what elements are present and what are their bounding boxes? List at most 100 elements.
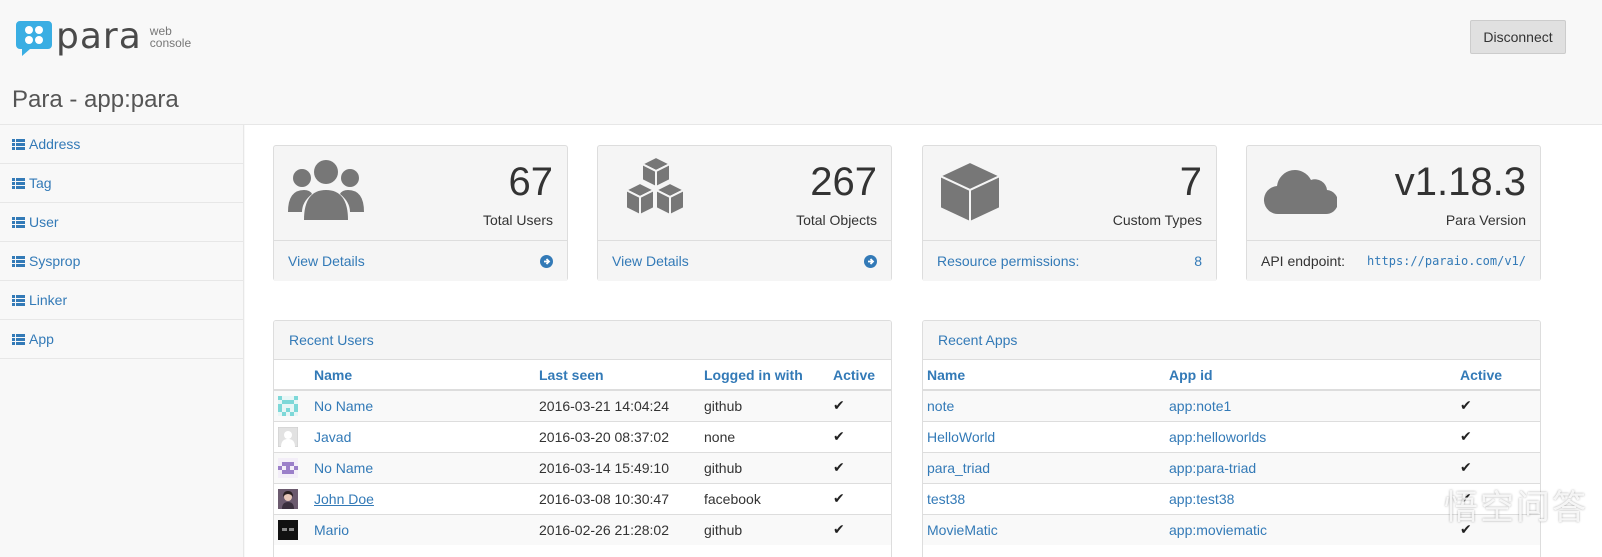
app-name-link[interactable]: para_triad xyxy=(923,451,1165,483)
total-users-value: 67 xyxy=(508,160,554,204)
stat-card-users: 67 Total Users View Details xyxy=(273,145,568,281)
card-body: 67 Total Users xyxy=(274,146,567,241)
last-seen-cell: 2016-03-14 15:49:10 xyxy=(535,451,700,483)
sidebar-item-label: App xyxy=(29,331,54,347)
app-name-link[interactable]: test38 xyxy=(923,482,1165,514)
sidebar-item-tag[interactable]: Tag xyxy=(0,164,243,203)
provider-cell: facebook xyxy=(700,482,829,514)
user-name-link[interactable]: John Doe xyxy=(310,482,535,514)
user-name-link[interactable]: Mario xyxy=(310,513,535,545)
user-name-link[interactable]: Javad xyxy=(310,420,535,452)
list-icon xyxy=(12,333,25,345)
active-check-icon: ✔ xyxy=(829,420,891,452)
para-logo-icon xyxy=(16,21,52,56)
main-content: 67 Total Users View Details 267 Total Ob… xyxy=(245,125,1602,557)
column-header-logged-in-with[interactable]: Logged in with xyxy=(700,360,829,391)
stat-card-version: v1.18.3 Para Version API endpoint: https… xyxy=(1246,145,1541,281)
active-check-icon: ✔ xyxy=(1456,389,1540,421)
view-details-link[interactable]: View Details xyxy=(288,253,365,269)
active-check-icon: ✔ xyxy=(829,451,891,483)
sidebar-item-label: Sysprop xyxy=(29,253,81,269)
top-header: para web console Disconnect Para - app:p… xyxy=(0,0,1602,125)
logo[interactable]: para web console xyxy=(16,16,210,58)
resource-permissions-link[interactable]: Resource permissions: xyxy=(937,253,1079,269)
list-icon xyxy=(12,294,25,306)
active-check-icon: ✔ xyxy=(829,513,891,545)
cubes-icon xyxy=(623,156,687,217)
card-footer[interactable]: View Details xyxy=(274,241,567,281)
user-name-link[interactable]: No Name xyxy=(310,451,535,483)
panel-title: Recent Apps xyxy=(923,321,1540,360)
para-version-label: Para Version xyxy=(1445,212,1526,228)
logo-subtitle: web console xyxy=(149,24,192,50)
sidebar-item-user[interactable]: User xyxy=(0,203,243,242)
column-header-active[interactable]: Active xyxy=(829,360,891,391)
sidebar-item-label: Tag xyxy=(29,175,52,191)
custom-types-value: 7 xyxy=(1179,160,1202,204)
sidebar-item-label: User xyxy=(29,214,59,230)
column-header-app-id[interactable]: App id xyxy=(1165,360,1456,391)
provider-cell: github xyxy=(700,389,829,421)
photo-avatar xyxy=(278,519,298,540)
para-version-value: v1.18.3 xyxy=(1394,160,1526,204)
disconnect-button[interactable]: Disconnect xyxy=(1470,20,1566,54)
arrow-circle-right-icon[interactable] xyxy=(540,254,553,268)
sidebar-item-address[interactable]: Address xyxy=(0,125,243,164)
sidebar-item-label: Address xyxy=(29,136,81,152)
resource-permissions-count: 8 xyxy=(1194,253,1202,269)
recent-users-table: Name Last seen Logged in with Active No … xyxy=(274,360,891,545)
card-body: 267 Total Objects xyxy=(598,146,891,241)
table-row: HelloWorld app:helloworlds ✔ xyxy=(923,420,1540,452)
app-id-link[interactable]: app:para-triad xyxy=(1165,451,1456,483)
card-footer: Resource permissions: 8 xyxy=(923,241,1216,281)
column-header-name[interactable]: Name xyxy=(923,360,1165,391)
api-endpoint-url[interactable]: https://paraio.com/v1/ xyxy=(1367,254,1526,268)
total-users-label: Total Users xyxy=(482,212,553,228)
sidebar-item-sysprop[interactable]: Sysprop xyxy=(0,242,243,281)
avatar-column-header xyxy=(274,360,310,391)
last-seen-cell: 2016-03-21 14:04:24 xyxy=(535,389,700,421)
table-row: No Name 2016-03-14 15:49:10 github ✔ xyxy=(274,451,891,483)
app-name-link[interactable]: MovieMatic xyxy=(923,513,1165,545)
total-objects-value: 267 xyxy=(810,160,877,204)
card-footer: API endpoint: https://paraio.com/v1/ xyxy=(1247,241,1540,281)
column-header-name[interactable]: Name xyxy=(310,360,535,391)
table-row: para_triad app:para-triad ✔ xyxy=(923,451,1540,483)
column-header-active[interactable]: Active xyxy=(1456,360,1540,391)
card-body: v1.18.3 Para Version xyxy=(1247,146,1540,241)
sidebar-item-app[interactable]: App xyxy=(0,320,243,359)
app-name-link[interactable]: HelloWorld xyxy=(923,420,1165,452)
panel-title: Recent Users xyxy=(274,321,891,360)
cube-icon xyxy=(937,160,1003,224)
list-icon xyxy=(12,216,25,228)
sidebar-item-linker[interactable]: Linker xyxy=(0,281,243,320)
api-endpoint-label: API endpoint: xyxy=(1261,253,1346,269)
default-avatar xyxy=(278,426,298,447)
arrow-circle-right-icon[interactable] xyxy=(864,254,877,268)
provider-cell: github xyxy=(700,513,829,545)
active-check-icon: ✔ xyxy=(1456,420,1540,452)
app-id-link[interactable]: app:note1 xyxy=(1165,389,1456,421)
app-id-link[interactable]: app:test38 xyxy=(1165,482,1456,514)
cloud-icon xyxy=(1263,170,1337,215)
card-footer[interactable]: View Details xyxy=(598,241,891,281)
list-icon xyxy=(12,177,25,189)
active-check-icon: ✔ xyxy=(1456,451,1540,483)
app-id-link[interactable]: app:helloworlds xyxy=(1165,420,1456,452)
list-icon xyxy=(12,255,25,267)
last-seen-cell: 2016-03-20 08:37:02 xyxy=(535,420,700,452)
identicon-avatar xyxy=(278,395,298,416)
recent-users-panel: Recent Users Name Last seen Logged in wi… xyxy=(273,320,892,557)
table-row: Mario 2016-02-26 21:28:02 github ✔ xyxy=(274,513,891,545)
list-icon xyxy=(12,138,25,150)
provider-cell: none xyxy=(700,420,829,452)
table-row: John Doe 2016-03-08 10:30:47 facebook ✔ xyxy=(274,482,891,514)
view-details-link[interactable]: View Details xyxy=(612,253,689,269)
user-name-link[interactable]: No Name xyxy=(310,389,535,421)
last-seen-cell: 2016-02-26 21:28:02 xyxy=(535,513,700,545)
column-header-last-seen[interactable]: Last seen xyxy=(535,360,700,391)
app-id-link[interactable]: app:moviematic xyxy=(1165,513,1456,545)
photo-avatar xyxy=(278,488,298,509)
active-check-icon: ✔ xyxy=(829,389,891,421)
app-name-link[interactable]: note xyxy=(923,389,1165,421)
